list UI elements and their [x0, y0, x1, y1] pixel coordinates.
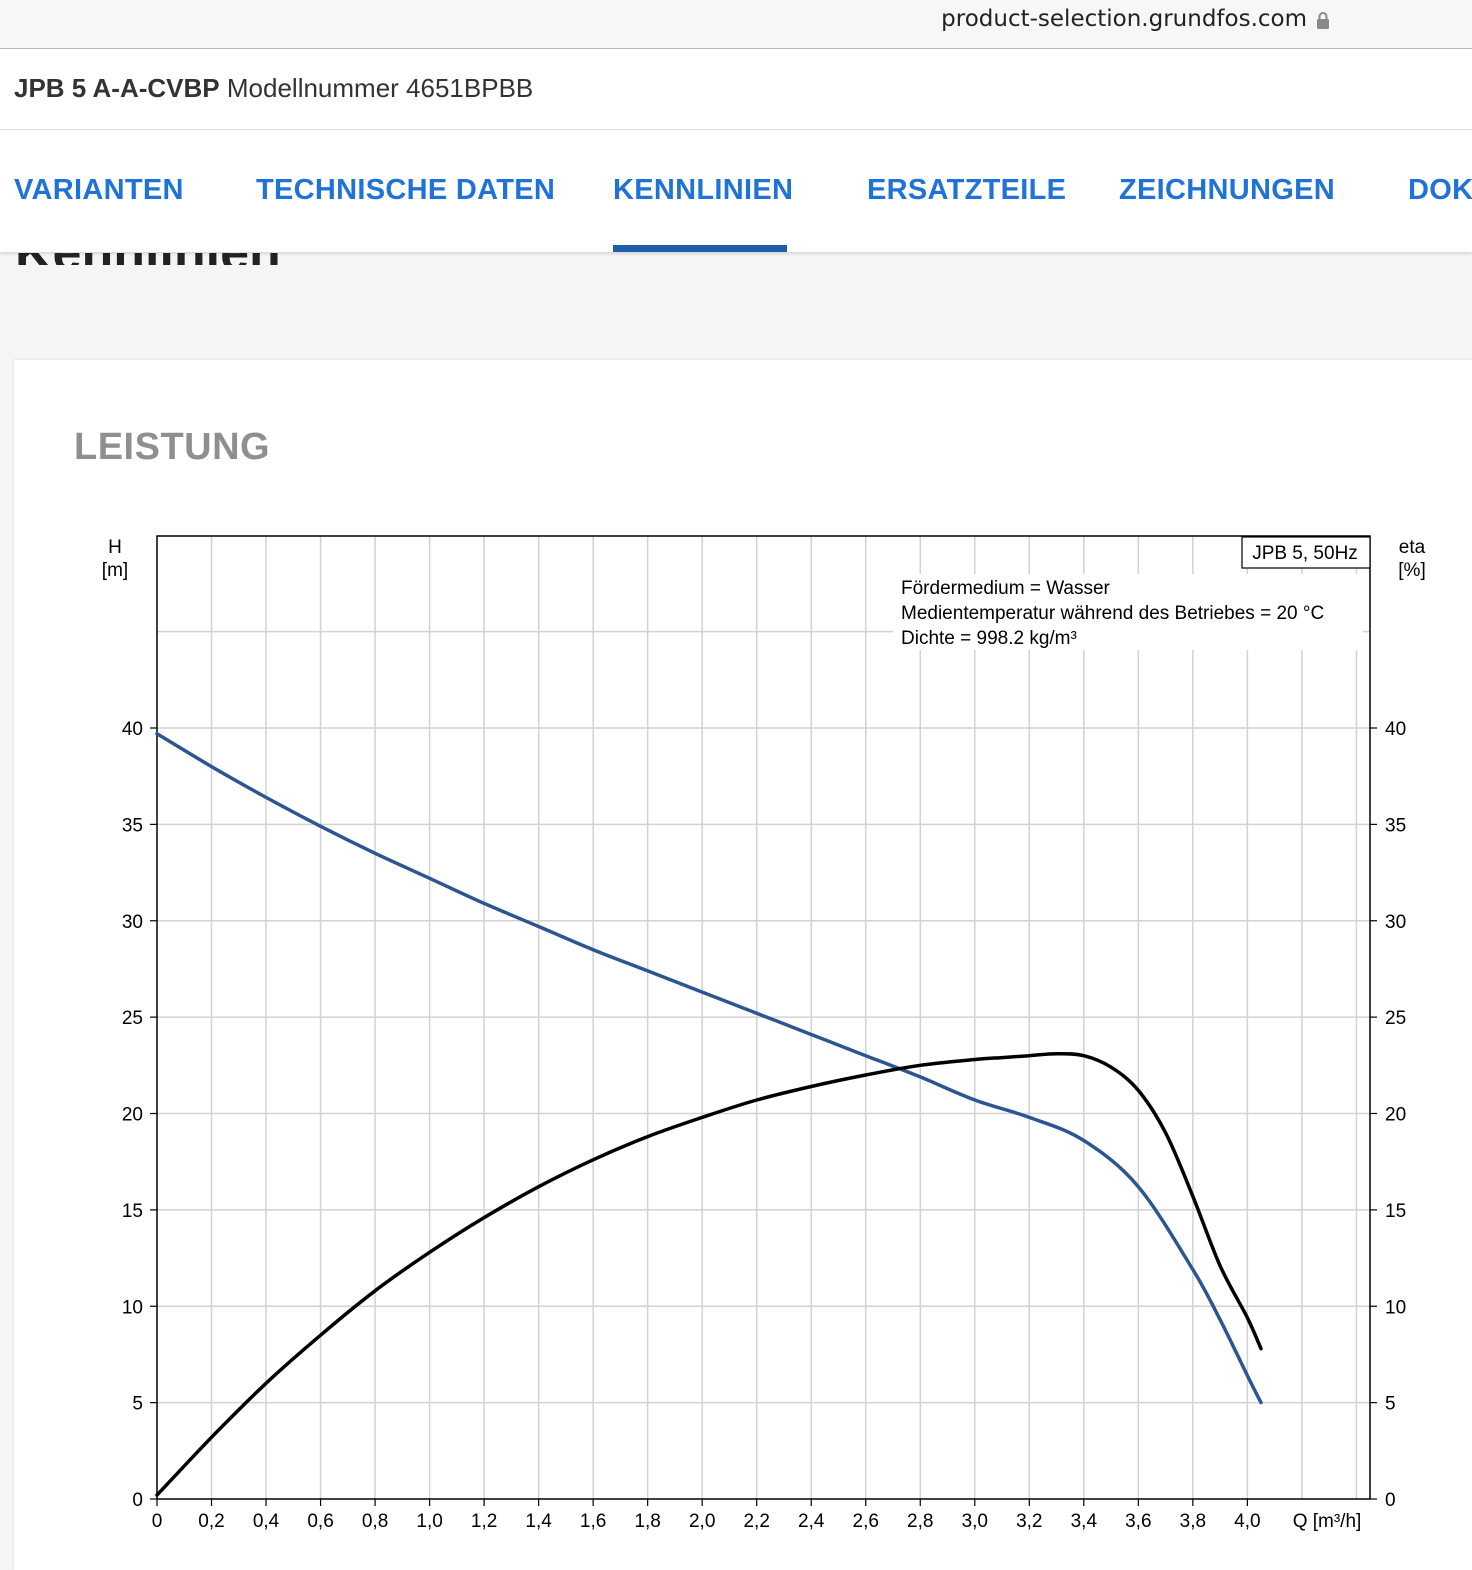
y-tick-label-right: 25	[1385, 1008, 1406, 1029]
y-axis-label-left: H	[108, 537, 122, 558]
y-tick-label-left: 30	[122, 912, 143, 933]
y-tick-label-left: 15	[122, 1201, 143, 1222]
performance-chart: JPB 5, 50Hz Fördermedium = Wasser Mediente…	[102, 535, 1426, 1532]
y-tick-label-left: 0	[132, 1490, 143, 1511]
x-tick-label: 1,4	[525, 1511, 552, 1532]
y-tick-label-right: 30	[1385, 912, 1406, 933]
y-tick-label-left: 35	[122, 815, 143, 836]
y-axis-label-right: eta	[1399, 537, 1426, 558]
x-tick-label: 3,4	[1071, 1511, 1098, 1532]
annotation-line: Dichte = 998.2 kg/m³	[901, 628, 1077, 649]
x-tick-label: 1,8	[634, 1511, 660, 1532]
x-tick-label: 0,2	[198, 1511, 224, 1532]
y-tick-label-right: 40	[1385, 719, 1406, 740]
x-tick-label: 4,0	[1234, 1511, 1260, 1532]
x-tick-label: 0,6	[307, 1511, 333, 1532]
y-tick-label-right: 0	[1385, 1490, 1396, 1511]
x-tick-label: 2,8	[907, 1511, 933, 1532]
x-tick-label: 3,8	[1180, 1511, 1206, 1532]
x-axis-label: Q [m³/h]	[1293, 1511, 1362, 1532]
y-tick-label-left: 25	[122, 1008, 143, 1029]
annotation-line: Medientemperatur während des Betriebes =…	[901, 603, 1324, 624]
x-tick-label: 3,0	[962, 1511, 988, 1532]
y-tick-label-left: 10	[122, 1297, 143, 1318]
head-curve	[155, 732, 1263, 1405]
x-tick-label: 2,6	[853, 1511, 879, 1532]
x-tick-label: 2,4	[798, 1511, 825, 1532]
x-tick-label: 0	[152, 1511, 163, 1532]
x-tick-label: 1,2	[471, 1511, 497, 1532]
y-tick-label-right: 35	[1385, 815, 1406, 836]
efficiency-curve	[155, 1051, 1263, 1497]
y-tick-label-left: 20	[122, 1105, 143, 1126]
y-tick-label-right: 20	[1385, 1105, 1406, 1126]
y-tick-label-left: 5	[132, 1394, 143, 1415]
x-tick-label: 1,0	[416, 1511, 442, 1532]
y-axis-unit-right: [%]	[1398, 560, 1425, 581]
y-tick-label-right: 5	[1385, 1394, 1396, 1415]
x-tick-label: 3,6	[1125, 1511, 1151, 1532]
x-tick-label: 0,8	[362, 1511, 388, 1532]
x-tick-label: 2,2	[743, 1511, 769, 1532]
y-tick-label-right: 15	[1385, 1201, 1406, 1222]
chart-title: JPB 5, 50Hz	[1252, 543, 1358, 564]
x-tick-label: 1,6	[580, 1511, 606, 1532]
x-tick-label: 3,2	[1016, 1511, 1042, 1532]
y-axis-unit-left: [m]	[102, 560, 128, 581]
y-tick-label-left: 40	[122, 719, 143, 740]
annotation-line: Fördermedium = Wasser	[901, 578, 1111, 599]
x-tick-label: 2,0	[689, 1511, 715, 1532]
x-tick-label: 0,4	[253, 1511, 280, 1532]
y-tick-label-right: 10	[1385, 1297, 1406, 1318]
